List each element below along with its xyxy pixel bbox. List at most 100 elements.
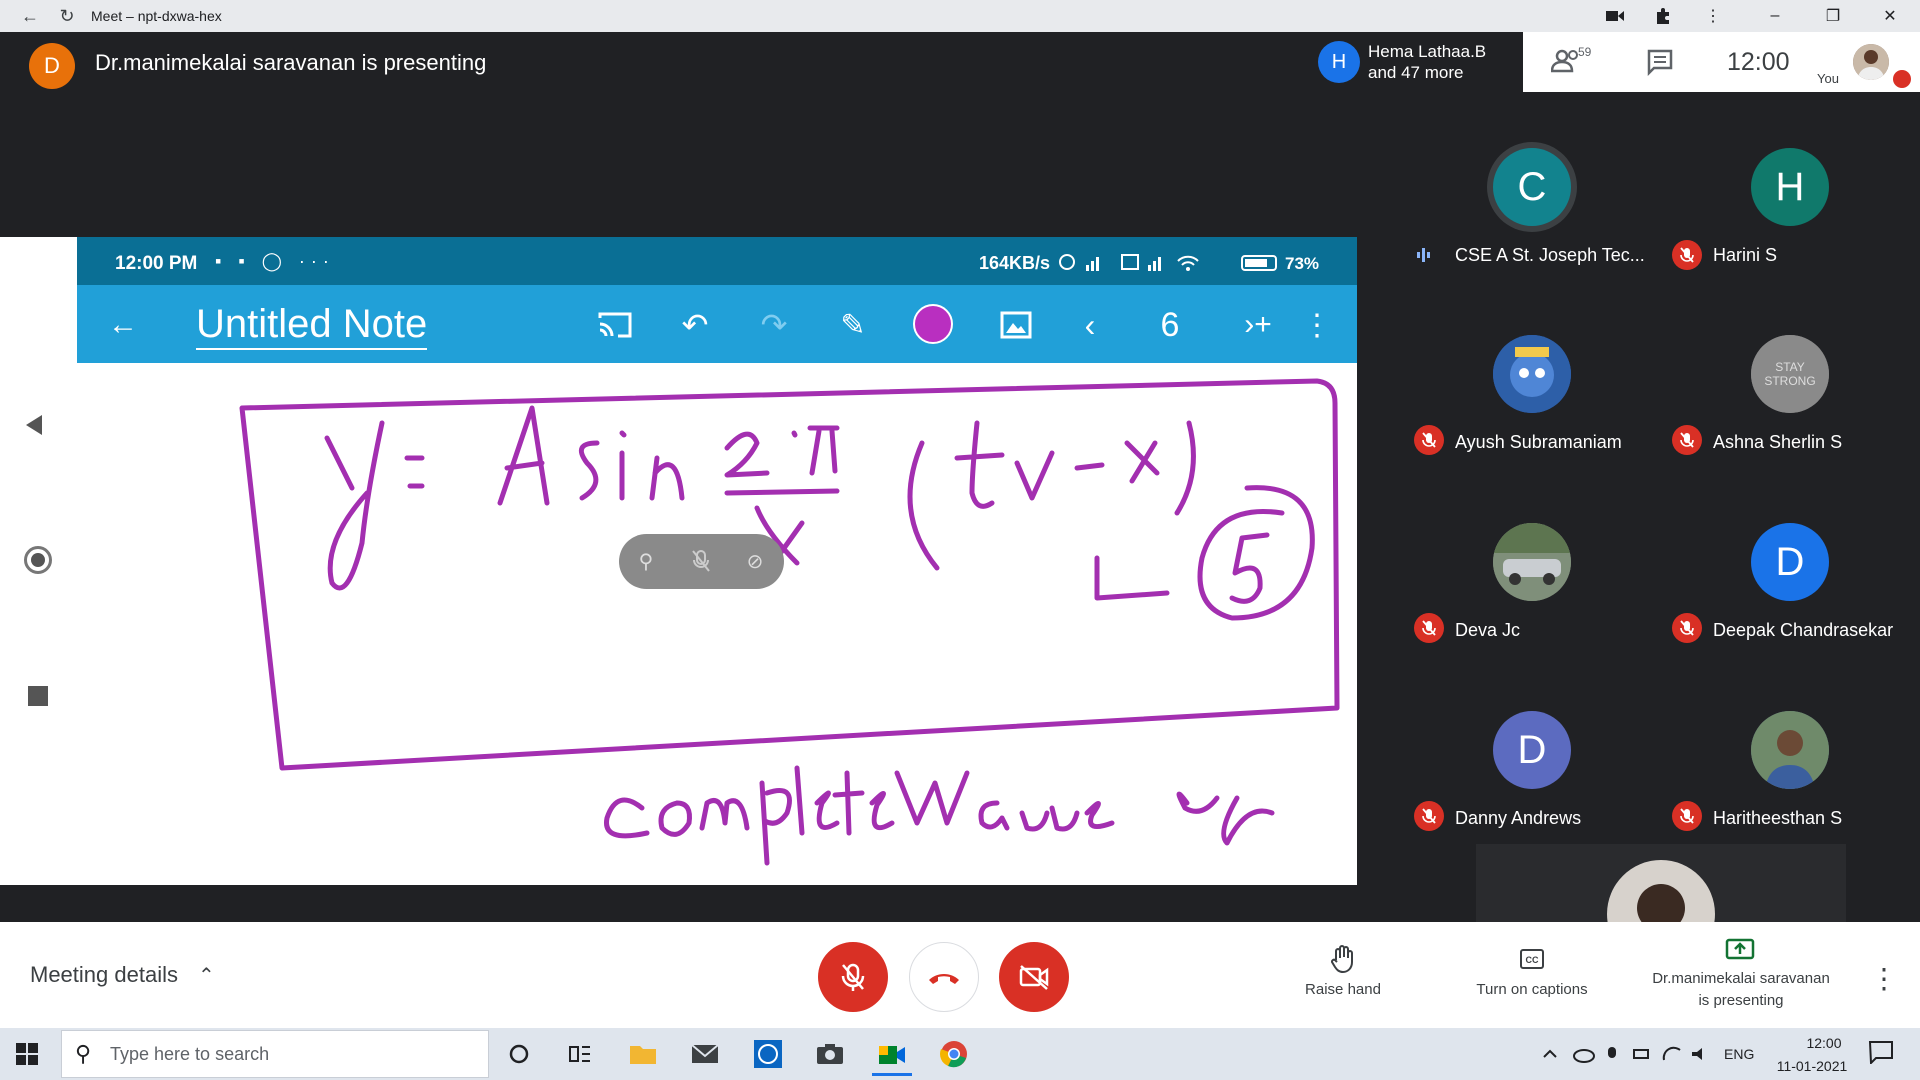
participant-avatar[interactable]: D xyxy=(1751,523,1829,601)
presenting-label-line2[interactable]: is presenting xyxy=(1631,992,1851,1009)
participant-name: CSE A St. Joseph Tec... xyxy=(1455,245,1645,265)
mute-participant-icon[interactable] xyxy=(687,547,715,575)
android-back-icon xyxy=(24,414,44,441)
redo-icon[interactable]: ↷ xyxy=(751,305,797,345)
add-page-icon[interactable]: ›+ xyxy=(1235,305,1281,345)
dell-app-icon[interactable] xyxy=(748,1036,788,1072)
note-back-icon[interactable]: ← xyxy=(103,305,143,345)
previous-page-icon[interactable]: ‹ xyxy=(1070,305,1110,345)
participant-name: Ashna Sherlin S xyxy=(1713,432,1843,452)
taskbar-clock-time[interactable]: 12:00 xyxy=(1791,1035,1857,1051)
muted-mic-icon xyxy=(1672,613,1702,643)
note-menu-icon[interactable]: ⋮ xyxy=(1302,305,1332,345)
participant-avatar[interactable]: H xyxy=(1751,148,1829,226)
android-home-icon xyxy=(24,546,52,574)
android-recents-icon xyxy=(28,686,48,706)
muted-mic-icon xyxy=(1672,801,1702,831)
cortana-icon[interactable] xyxy=(499,1036,539,1072)
leave-call-button[interactable] xyxy=(909,942,979,1012)
meeting-details-button[interactable]: Meeting details xyxy=(30,962,178,988)
insert-image-icon[interactable] xyxy=(993,305,1039,345)
minimize-icon[interactable]: – xyxy=(1761,4,1789,28)
chevron-up-icon[interactable]: ⌃ xyxy=(198,963,215,988)
system-tray-icons[interactable] xyxy=(1540,1044,1720,1068)
participant-photo-avatar[interactable] xyxy=(1493,335,1571,413)
microphone-toggle-button[interactable] xyxy=(818,942,888,1012)
phone-notification-icons: ▪ ▪ ◯ ··· xyxy=(215,251,335,271)
extensions-puzzle-icon[interactable] xyxy=(1649,4,1677,28)
camera-toggle-button[interactable] xyxy=(999,942,1069,1012)
participant-name: Harini S xyxy=(1713,245,1778,265)
language-indicator[interactable]: ENG xyxy=(1724,1046,1754,1062)
presenter-label: Dr.manimekalai saravanan is presenting xyxy=(95,50,487,75)
mail-icon[interactable] xyxy=(685,1036,725,1072)
raise-hand-icon[interactable] xyxy=(1328,944,1358,974)
participant-avatar[interactable]: C xyxy=(1493,148,1571,226)
window-title: Meet – npt-dxwa-hex xyxy=(91,8,222,24)
participant-name: Haritheesthan S xyxy=(1713,808,1843,828)
participant-name: Deva Jc xyxy=(1455,620,1521,640)
participant-photo-avatar[interactable]: STAY STRONG xyxy=(1751,335,1829,413)
note-title[interactable]: Untitled Note xyxy=(196,302,428,350)
participant-avatar: H xyxy=(1318,41,1360,83)
undo-icon[interactable]: ↶ xyxy=(672,305,718,345)
self-label: You xyxy=(1817,71,1839,86)
raise-hand-label[interactable]: Raise hand xyxy=(1283,981,1403,998)
google-meet-icon[interactable] xyxy=(872,1036,912,1076)
participant-photo-avatar[interactable] xyxy=(1493,523,1571,601)
mic-off-icon xyxy=(841,963,865,991)
restore-icon[interactable]: ❐ xyxy=(1819,4,1847,28)
svg-text:STRONG: STRONG xyxy=(1764,374,1815,388)
close-window-icon[interactable]: ✕ xyxy=(1876,4,1904,28)
participant-avatar[interactable]: D xyxy=(1493,711,1571,789)
muted-mic-icon xyxy=(1414,613,1444,643)
phone-signal-icons xyxy=(1058,251,1234,278)
muted-mic-icon xyxy=(1414,801,1444,831)
closed-captions-icon[interactable]: CC xyxy=(1517,946,1547,972)
taskbar-search-placeholder[interactable]: Type here to search xyxy=(110,1044,269,1065)
svg-text:STAY: STAY xyxy=(1775,360,1805,374)
present-screen-icon[interactable] xyxy=(1724,937,1756,963)
taskbar-clock-date[interactable]: 11-01-2021 xyxy=(1767,1058,1857,1074)
participant-photo-avatar[interactable] xyxy=(1751,711,1829,789)
cast-icon[interactable] xyxy=(592,305,638,345)
participant-more: and 47 more xyxy=(1368,63,1464,82)
browser-title-bar: ← ↻ Meet – npt-dxwa-hex ⋮ – ❐ ✕ xyxy=(0,0,1920,32)
chrome-icon[interactable] xyxy=(934,1036,974,1072)
svg-text:CC: CC xyxy=(1526,955,1539,965)
page-number: 6 xyxy=(1160,305,1180,344)
remove-participant-icon[interactable]: ⊘ xyxy=(741,547,769,575)
captions-label[interactable]: Turn on captions xyxy=(1457,981,1607,998)
muted-mic-icon xyxy=(1672,240,1702,270)
windows-start-icon[interactable] xyxy=(16,1043,38,1065)
participant-tile-partial xyxy=(1476,844,1846,922)
self-avatar[interactable] xyxy=(1853,44,1889,80)
phone-battery-percent: 73% xyxy=(1285,254,1320,273)
task-view-icon[interactable] xyxy=(560,1036,600,1072)
participant-name: Hema Lathaa.B xyxy=(1368,42,1487,61)
notifications-icon[interactable] xyxy=(1868,1040,1894,1066)
presenting-label-line1[interactable]: Dr.manimekalai saravanan xyxy=(1631,970,1851,987)
participant-name: Deepak Chandrasekar xyxy=(1713,620,1894,640)
pen-color-swatch[interactable] xyxy=(913,304,953,344)
camera-app-icon[interactable] xyxy=(810,1036,850,1072)
back-arrow-icon[interactable]: ← xyxy=(18,4,42,28)
camera-icon[interactable] xyxy=(1601,4,1629,28)
chat-icon[interactable] xyxy=(1646,48,1674,77)
presenter-avatar: D xyxy=(29,43,75,89)
phone-time: 12:00 PM xyxy=(115,253,198,274)
pin-icon[interactable]: ⚲ xyxy=(632,547,660,575)
participant-grid xyxy=(1403,92,1920,922)
pen-icon[interactable]: ✎ xyxy=(830,305,876,345)
reload-icon[interactable]: ↻ xyxy=(55,4,79,28)
muted-mic-icon xyxy=(1672,425,1702,455)
phone-network-speed: 164KB/s xyxy=(979,253,1051,273)
file-explorer-icon[interactable] xyxy=(623,1036,663,1072)
hang-up-icon xyxy=(929,974,959,984)
more-options-icon[interactable]: ⋮ xyxy=(1870,958,1898,998)
meeting-clock: 12:00 xyxy=(1727,48,1790,76)
speaking-indicator-icon xyxy=(1417,247,1431,263)
handwritten-equation-drawing xyxy=(239,378,1340,866)
browser-menu-icon[interactable]: ⋮ xyxy=(1699,4,1727,28)
people-count: 59 xyxy=(1578,45,1592,59)
